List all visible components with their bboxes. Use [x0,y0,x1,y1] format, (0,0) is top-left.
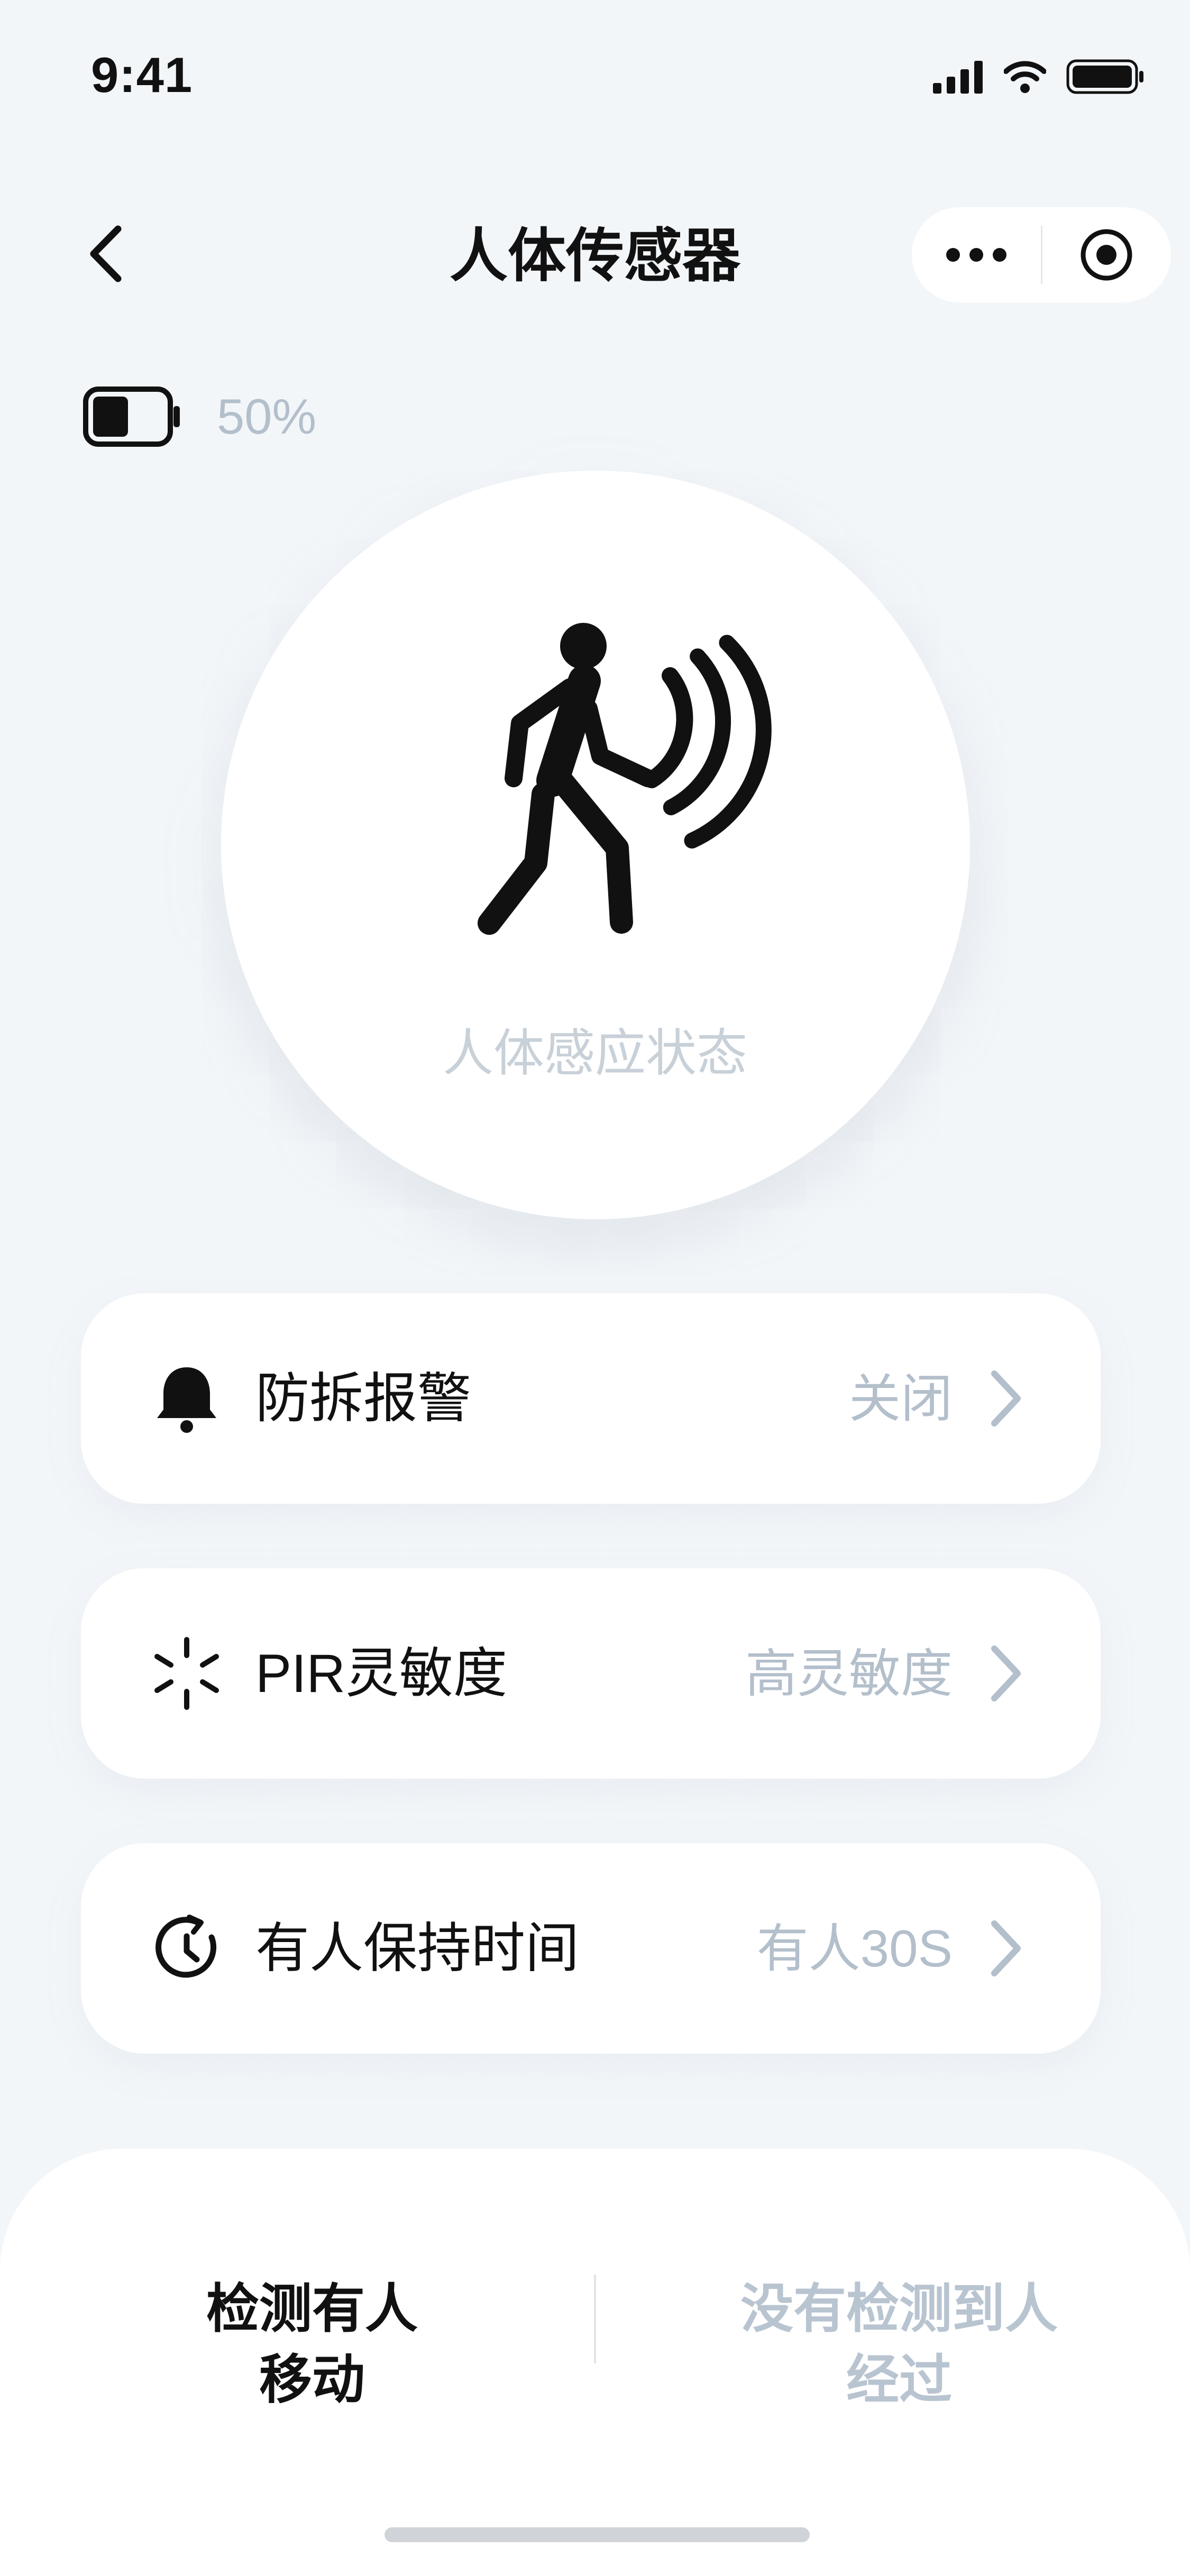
hold-time-row[interactable]: 有人保持时间 有人30S [81,1843,1101,2054]
home-indicator[interactable] [385,2527,810,2542]
more-button[interactable] [912,207,1041,302]
pir-sensitivity-value: 高灵敏度 [745,1644,953,1703]
mode-detect-motion-line2: 移动 [259,2350,365,2409]
sensitivity-burst-icon [144,1631,229,1716]
battery-icon [83,387,180,447]
mode-no-person[interactable]: 没有检测到人 经过 [719,2274,1079,2415]
status-time: 9:41 [91,47,193,103]
mode-no-person-line1: 没有检测到人 [740,2279,1058,2339]
hold-time-label: 有人保持时间 [255,1918,579,1979]
pir-sensitivity-label: PIR灵敏度 [255,1643,508,1704]
mode-no-person-line2: 经过 [846,2350,952,2409]
more-dots-icon [946,248,1006,262]
timer-icon [144,1906,229,1991]
mode-divider [594,2275,596,2363]
chevron-right-icon [974,1642,1037,1705]
wifi-icon [1004,61,1046,93]
close-mini-program-button[interactable] [1042,207,1171,302]
target-icon [1081,229,1132,281]
tamper-alarm-row[interactable]: 防拆报警 关闭 [81,1293,1101,1504]
mode-detect-motion-line1: 检测有人 [206,2279,418,2339]
chevron-right-icon [974,1917,1037,1980]
mode-detect-motion[interactable]: 检测有人 移动 [159,2274,465,2415]
battery-percent: 50% [217,389,317,444]
battery-indicator: 50% [83,386,316,447]
pir-sensitivity-row[interactable]: PIR灵敏度 高灵敏度 [81,1568,1101,1779]
tamper-alarm-value: 关闭 [848,1369,953,1428]
mini-program-capsule [912,207,1171,302]
tamper-alarm-label: 防拆报警 [255,1368,471,1429]
motion-status-label: 人体感应状态 [443,1025,747,1082]
signal-icon [933,61,983,94]
bell-icon [144,1356,229,1441]
person-walking-motion-icon [478,623,772,935]
status-icons [933,56,1146,98]
hold-time-value: 有人30S [756,1919,953,1977]
status-battery-icon [1066,59,1143,94]
chevron-right-icon [974,1367,1037,1430]
